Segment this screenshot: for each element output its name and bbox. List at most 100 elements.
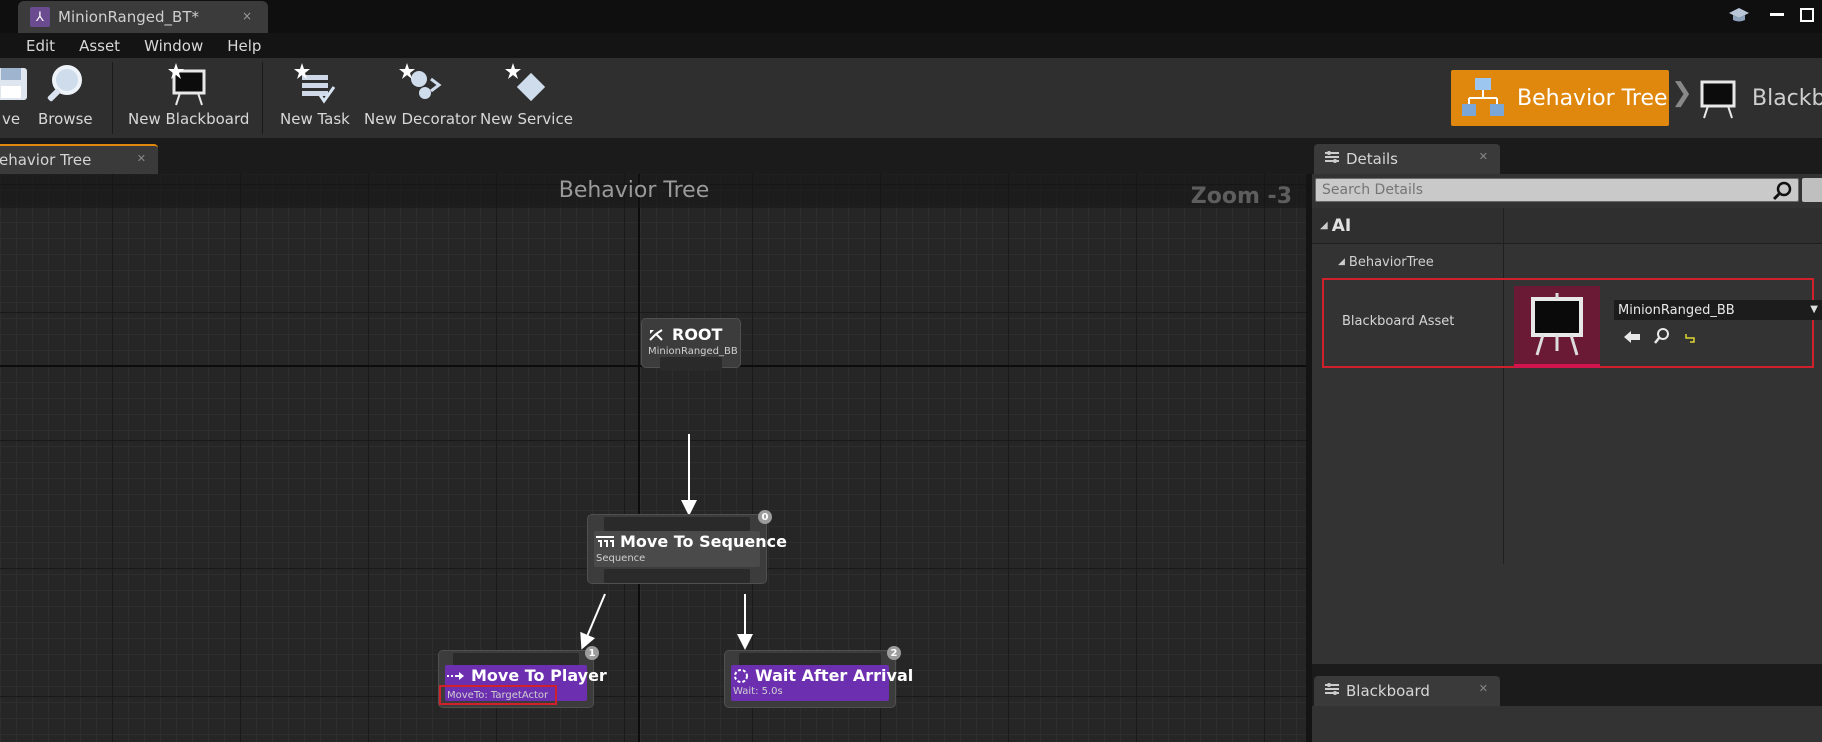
blackboard-asset-dropdown[interactable]: MinionRanged_BB ▼ [1614, 300, 1822, 320]
execution-index-badge: 1 [585, 646, 599, 660]
move-to-player-subtitle: MoveTo: TargetActor [447, 689, 549, 701]
save-button[interactable]: ve [0, 58, 36, 138]
blackboard-tab-bar: Blackboard ✕ [1312, 664, 1822, 706]
mode-blackboard-button[interactable]: Blackbo [1696, 70, 1822, 126]
graduation-cap-icon[interactable] [1726, 2, 1752, 28]
move-to-player-title: Move To Player [471, 666, 607, 685]
highlight-box: MoveTo: TargetActor [439, 685, 557, 705]
view-options-button[interactable] [1802, 178, 1822, 202]
menu-bar: Edit Asset Window Help [0, 33, 1822, 58]
title-bar: ⅄ MinionRanged_BT* × [0, 0, 1822, 33]
collapse-arrow-icon: ◢ [1338, 257, 1345, 267]
blackboard-asset-thumbnail[interactable] [1514, 286, 1600, 368]
details-icon [1324, 149, 1340, 169]
maximize-button[interactable] [1792, 4, 1822, 26]
browse-button[interactable]: Browse [38, 58, 93, 138]
toolbar-separator [112, 62, 113, 134]
category-behavior-tree-label: BehaviorTree [1348, 254, 1434, 270]
root-node-title: ROOT [672, 325, 723, 344]
minimize-button[interactable] [1762, 4, 1792, 26]
mode-blackboard-label: Blackbo [1752, 85, 1822, 111]
new-blackboard-label: New Blackboard [128, 110, 250, 128]
magnifier-icon [40, 58, 90, 110]
new-decorator-button[interactable]: New Decorator [364, 58, 476, 138]
asset-actions [1624, 328, 1696, 348]
new-decorator-icon [395, 58, 445, 110]
tab-details-label: Details [1346, 150, 1399, 168]
tab-blackboard-label: Blackboard [1346, 682, 1430, 700]
mode-behavior-tree-button[interactable]: Behavior Tree [1451, 70, 1669, 126]
chevron-right-icon: ❯ [1671, 78, 1693, 108]
details-panel: ◢ AI ◢ BehaviorTree Blackboard Asset Min… [1312, 174, 1822, 664]
menu-help[interactable]: Help [215, 37, 273, 55]
blackboard-icon [1696, 76, 1740, 120]
browse-magnifier-icon[interactable] [1654, 328, 1670, 348]
column-splitter[interactable] [1503, 208, 1504, 564]
chevron-down-icon: ▼ [1810, 304, 1818, 315]
blackboard-panel [1312, 706, 1822, 742]
tab-details[interactable]: Details ✕ [1314, 144, 1500, 174]
toolbar-separator [262, 62, 263, 134]
mode-behavior-tree-label: Behavior Tree [1517, 85, 1668, 111]
output-pin[interactable] [604, 569, 750, 583]
new-blackboard-icon [164, 58, 214, 110]
wait-after-arrival-node[interactable]: Wait After Arrival Wait: 5.0s 2 [724, 646, 913, 708]
input-pin[interactable] [604, 517, 750, 531]
menu-edit[interactable]: Edit [0, 37, 67, 55]
graph-tab-bar: ehavior Tree ✕ [0, 138, 1306, 174]
execution-index-badge: 2 [887, 646, 901, 660]
close-icon[interactable]: ✕ [137, 152, 146, 165]
document-tab-title: MinionRanged_BT* [58, 8, 199, 26]
blackboard-asset-value: MinionRanged_BB [1618, 302, 1735, 318]
new-decorator-label: New Decorator [364, 110, 477, 128]
root-node-subtitle: MinionRanged_BB [648, 346, 738, 357]
sequence-icon [596, 535, 614, 549]
menu-window[interactable]: Window [132, 37, 215, 55]
save-label: ve [1, 110, 21, 128]
reset-to-default-icon[interactable] [1684, 329, 1696, 348]
tab-behavior-tree[interactable]: ehavior Tree ✕ [0, 144, 158, 174]
blackboard-asset-label: Blackboard Asset [1342, 314, 1455, 329]
new-service-button[interactable]: New Service [480, 58, 573, 138]
wait-after-arrival-title: Wait After Arrival [755, 666, 914, 685]
close-icon[interactable]: ✕ [1479, 682, 1488, 695]
search-icon[interactable] [1772, 181, 1792, 201]
category-ai-label: AI [1331, 215, 1352, 236]
collapse-arrow-icon: ◢ [1320, 220, 1328, 231]
root-icon [648, 328, 666, 342]
close-icon[interactable]: × [242, 9, 252, 23]
move-to-icon [447, 669, 465, 683]
blackboard-panel-icon [1324, 681, 1340, 701]
window-controls [1726, 0, 1822, 30]
execution-index-badge: 0 [758, 510, 772, 524]
use-selected-arrow-icon[interactable] [1624, 329, 1640, 348]
search-details-input[interactable] [1316, 179, 1756, 201]
new-service-icon [501, 58, 551, 110]
browse-label: Browse [38, 110, 93, 128]
node-connections [580, 434, 753, 650]
new-task-button[interactable]: New Task [280, 58, 350, 138]
category-ai[interactable]: ◢ AI [1312, 208, 1822, 244]
output-pin[interactable] [660, 357, 722, 371]
new-task-icon [290, 58, 340, 110]
menu-asset[interactable]: Asset [67, 37, 132, 55]
root-node[interactable]: ROOT MinionRanged_BB [641, 318, 741, 371]
blackboard-asset-property: Blackboard Asset MinionRanged_BB ▼ [1322, 278, 1822, 368]
sequence-node-subtitle: Sequence [596, 553, 646, 564]
behavior-tree-asset-icon: ⅄ [30, 7, 50, 27]
wait-after-arrival-subtitle: Wait: 5.0s [733, 686, 783, 697]
tab-blackboard[interactable]: Blackboard ✕ [1314, 676, 1500, 706]
wait-icon [733, 668, 749, 683]
new-service-label: New Service [480, 110, 573, 128]
document-tab[interactable]: ⅄ MinionRanged_BT* × [18, 1, 268, 33]
close-icon[interactable]: ✕ [1479, 150, 1488, 163]
category-behavior-tree[interactable]: ◢ BehaviorTree [1312, 244, 1822, 280]
save-icon [0, 58, 36, 110]
move-to-player-node[interactable]: Move To Player MoveTo: TargetActor 1 [438, 646, 607, 708]
tab-behavior-tree-label: ehavior Tree [0, 151, 92, 169]
behavior-tree-graph[interactable]: Behavior Tree Zoom -3 ROOT MinionRanged_… [0, 174, 1306, 742]
new-blackboard-button[interactable]: New Blackboard [128, 58, 249, 138]
behavior-tree-icon [1461, 76, 1505, 120]
sequence-node[interactable]: Move To Sequence Sequence 0 [587, 510, 787, 584]
details-tab-bar: Details ✕ [1306, 138, 1822, 174]
